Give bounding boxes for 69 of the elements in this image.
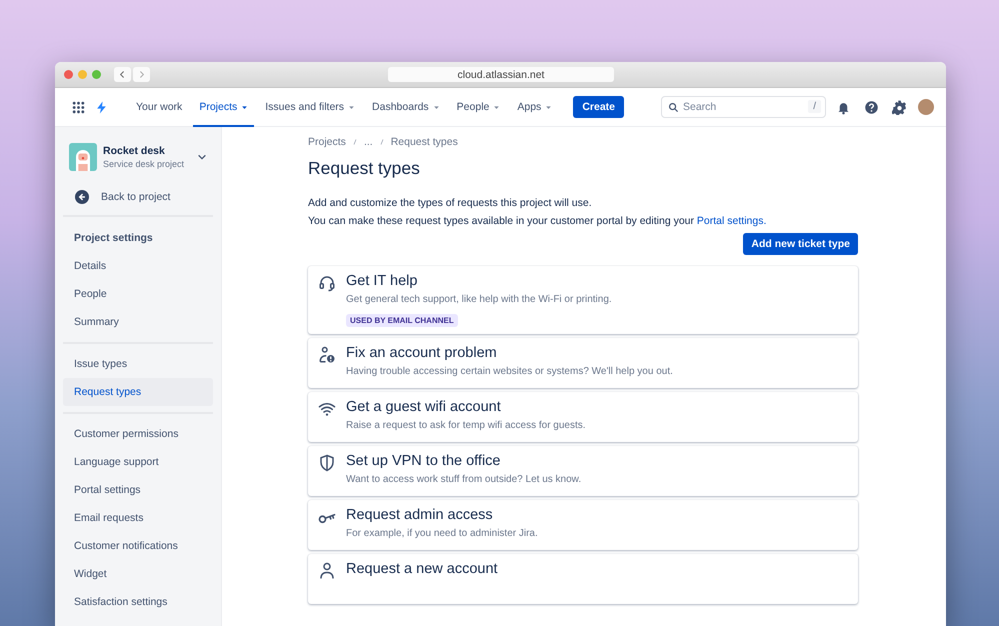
request-type-description: Raise a request to ask for temp wifi access for guests.: [346, 420, 586, 431]
settings-icon: [892, 100, 906, 114]
wifi-icon: [318, 400, 336, 418]
nav-tab[interactable]: Your work: [130, 88, 188, 126]
sidebar-item[interactable]: People: [63, 280, 213, 308]
address-bar[interactable]: cloud.atlassian.net: [388, 67, 614, 82]
request-type-card[interactable]: Request a new account: [308, 554, 858, 604]
request-type-card[interactable]: Get a guest wifi account Raise a request to ask for temp wifi access for guests.: [308, 392, 858, 442]
user-avatar[interactable]: [918, 99, 934, 115]
chevron-left-icon: [118, 70, 127, 79]
back-button[interactable]: [114, 67, 131, 82]
sidebar-item[interactable]: Request types: [63, 378, 213, 406]
add-ticket-type-button[interactable]: Add new ticket type: [743, 233, 858, 255]
page-title: Request types: [308, 158, 421, 179]
expand-button[interactable]: [197, 152, 207, 162]
slash-separator-icon: [378, 137, 385, 147]
sidebar-item[interactable]: Summary: [63, 308, 213, 336]
intro-text: Add and customize the types of requests this project will use.: [308, 197, 593, 209]
request-type-card[interactable]: Get IT help Get general tech support, like help with the Wi-Fi or printing. USED BY EMAIL CHANNEL: [308, 266, 858, 334]
nav-tab[interactable]: Issues and filters: [259, 88, 362, 126]
request-type-description: For example, if you need to administer Jira.: [346, 528, 538, 539]
nav-tab[interactable]: Dashboards: [366, 88, 446, 126]
nav-tab[interactable]: People: [450, 88, 506, 126]
sidebar-item[interactable]: Satisfaction settings: [63, 588, 213, 616]
project-name: Rocket desk: [103, 145, 166, 157]
back-to-project-link[interactable]: Back to project: [63, 185, 213, 209]
request-type-description: Want to access work stuff from outside? Let us know.: [346, 474, 582, 485]
slash-separator-icon: [352, 137, 358, 147]
sidebar-item[interactable]: Widget: [63, 560, 213, 588]
person-icon: [318, 562, 336, 580]
nav-tab[interactable]: Apps: [511, 88, 558, 126]
project-avatar-icon: [69, 143, 97, 171]
sidebar-item[interactable]: Language support: [63, 448, 213, 476]
portal-text: You can make these request types available in your customer portal by editing your Portal settings.: [308, 215, 768, 227]
grid-icon: [72, 100, 84, 114]
sidebar-item[interactable]: Customer permissions: [63, 420, 213, 448]
request-type-card[interactable]: Request admin access For example, if you need to administer Jira.: [308, 500, 858, 550]
breadcrumb-link[interactable]: Request types: [390, 136, 458, 148]
sidebar-item[interactable]: Customer notifications: [63, 532, 213, 560]
create-button[interactable]: Create: [573, 96, 624, 118]
request-type-description: Having trouble accessing certain websites or systems? We'll help you out.: [346, 366, 673, 377]
request-type-title: Request admin access: [346, 507, 493, 523]
help-icon: [864, 100, 878, 114]
portal-settings-link[interactable]: Portal settings.: [696, 215, 766, 227]
section-heading: Project settings: [73, 231, 154, 246]
sidebar-item[interactable]: Issue types: [63, 350, 213, 378]
request-type-title: Get a guest wifi account: [346, 399, 501, 415]
sidebar-item[interactable]: Details: [63, 252, 213, 280]
lightning-logo-icon: [95, 100, 108, 114]
request-type-description: Get general tech support, like help with the Wi-Fi or printing.: [346, 294, 612, 305]
sidebar-item[interactable]: Email requests: [63, 504, 213, 532]
request-type-title: Fix an account problem: [346, 345, 497, 361]
breadcrumb-link[interactable]: Projects: [308, 136, 346, 148]
shield-icon: [318, 454, 336, 472]
request-type-card[interactable]: Fix an account problem Having trouble accessing certain websites or systems? We'll help you out.: [308, 338, 858, 388]
request-type-title: Set up VPN to the office: [346, 453, 500, 469]
project-type: Service desk project: [103, 159, 186, 169]
person-alert-icon: [318, 346, 336, 364]
request-type-title: Get IT help: [346, 273, 418, 289]
chevron-right-icon: [137, 70, 146, 79]
headset-icon: [318, 274, 336, 292]
close-button[interactable]: [64, 70, 73, 79]
shortcut-key: /: [808, 100, 821, 113]
email-channel-badge: USED BY EMAIL CHANNEL: [346, 314, 458, 327]
sidebar-item[interactable]: Portal settings: [63, 476, 213, 504]
request-type-title: Request a new account: [346, 561, 498, 577]
chevron-down-icon: [197, 152, 207, 162]
request-type-card[interactable]: Set up VPN to the office Want to access work stuff from outside? Let us know.: [308, 446, 858, 496]
breadcrumb-link[interactable]: ...: [364, 136, 373, 148]
